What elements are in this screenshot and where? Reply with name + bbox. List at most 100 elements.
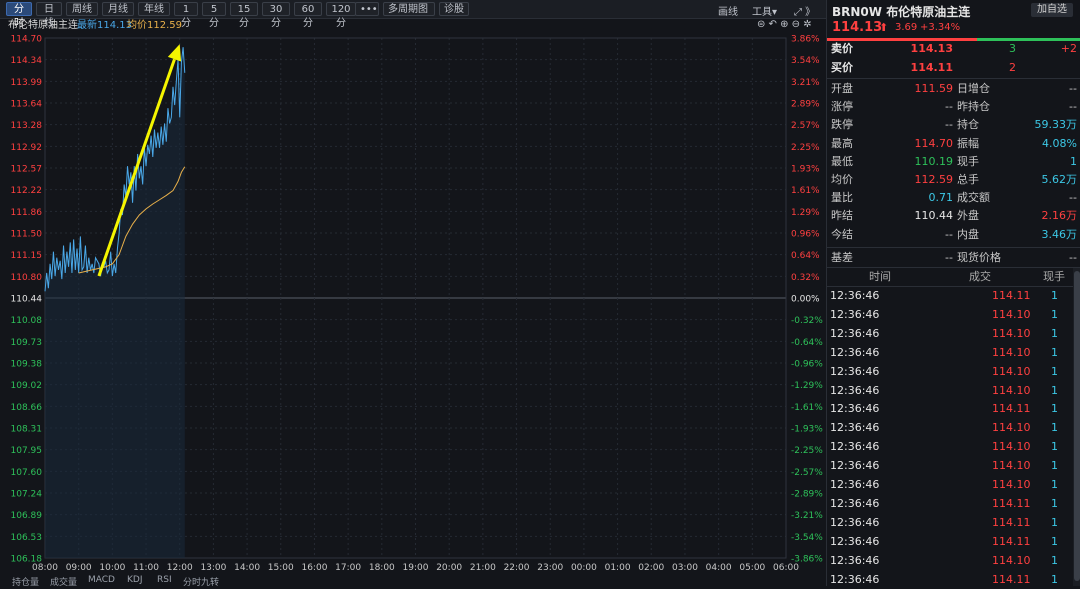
- y-tick-label: 112.22: [11, 186, 43, 196]
- tick-volume: 1: [1051, 534, 1058, 548]
- tick-time: 12:36:46: [830, 440, 880, 454]
- y-tick-label: 111.86: [11, 208, 43, 218]
- tick-row: 12:36:46 114.10 1: [827, 457, 1080, 475]
- tick-row: 12:36:46 114.10 1: [827, 382, 1080, 400]
- x-tick-label: 20:00: [436, 563, 462, 573]
- indicator-tab-5[interactable]: 分时九转: [183, 575, 219, 588]
- y-tick-label: 108.66: [11, 403, 43, 413]
- indicator-tab-1[interactable]: 成交量: [50, 575, 77, 588]
- tick-price: 114.10: [992, 383, 1031, 397]
- tick-time: 12:36:46: [830, 515, 880, 529]
- stat-value: 59.33万: [1034, 118, 1078, 132]
- buy-row: 买价 114.11 2: [827, 59, 1080, 77]
- stat-value: 112.59: [914, 173, 954, 186]
- pct-tick-label: 1.61%: [791, 186, 820, 196]
- chart-toolbar: 分时 日线 周线 月线 年线 1分 5分 15分 30分 60分 120分 ••• 多周期图 诊股 画线 工具…: [0, 0, 826, 29]
- draw-line-button[interactable]: 画线: [718, 3, 738, 18]
- multi-period-dropdown[interactable]: 多周期图: [383, 2, 435, 16]
- pct-tick-label: -3.54%: [791, 533, 823, 543]
- up-arrow-icon: ⬆: [879, 21, 889, 34]
- add-watchlist-button[interactable]: 加自选: [1031, 3, 1073, 17]
- pct-tick-label: 1.93%: [791, 165, 820, 175]
- stat-value: 110.19: [914, 154, 954, 168]
- period-tab-10[interactable]: 120分: [326, 2, 356, 29]
- expand-icon[interactable]: ⤢ 》: [794, 3, 815, 18]
- period-tab-9[interactable]: 60分: [294, 2, 322, 29]
- stat-value: --: [1069, 191, 1077, 205]
- period-tab-2[interactable]: 周线: [66, 2, 98, 16]
- pct-tick-label: 0.96%: [791, 230, 820, 240]
- intraday-chart[interactable]: 114.70 3.86% 114.34 3.54% 113.99 3.21% 113.64 2…: [0, 32, 826, 577]
- tick-price: 114.10: [992, 421, 1031, 435]
- indicator-tab-0[interactable]: 持仓量: [12, 575, 39, 588]
- tick-volume: 1: [1051, 402, 1058, 416]
- x-tick-label: 23:00: [537, 563, 563, 573]
- stat-row: 今结 -- 内盘 3.46万: [827, 226, 1080, 244]
- indicator-tab-2[interactable]: MACD: [88, 575, 115, 585]
- x-tick-label: 14:00: [234, 563, 260, 573]
- tick-price: 114.10: [992, 364, 1031, 378]
- tick-time: 12:36:46: [830, 459, 880, 473]
- tick-row: 12:36:46 114.11 1: [827, 533, 1080, 551]
- stat-value: 0.71: [928, 191, 954, 205]
- period-tab-6[interactable]: 5分: [202, 2, 226, 29]
- tick-price: 114.10: [992, 440, 1031, 454]
- period-tab-1[interactable]: 日线: [36, 2, 62, 29]
- tick-price: 114.11: [992, 534, 1031, 548]
- spot-price-value: --: [1069, 251, 1077, 264]
- chart-control-icons[interactable]: ⊜ ↶ ⊕ ⊖ ✲: [757, 19, 812, 30]
- indicator-tab-3[interactable]: KDJ: [127, 575, 143, 585]
- stat-label: 昨持仓: [957, 100, 990, 114]
- diagnose-button[interactable]: 诊股: [439, 2, 469, 16]
- ticks-header-price: 成交: [969, 270, 991, 283]
- y-tick-label: 109.73: [11, 338, 43, 348]
- sell-delta: +2: [1060, 42, 1077, 55]
- x-tick-label: 02:00: [638, 563, 664, 573]
- pct-tick-label: 0.64%: [791, 251, 820, 261]
- tick-price: 114.11: [992, 402, 1031, 416]
- period-tab-7[interactable]: 15分: [230, 2, 258, 29]
- pct-tick-label: 0.32%: [791, 273, 820, 283]
- intraday-chart-svg[interactable]: 114.70 3.86% 114.34 3.54% 113.99 3.21% 113.64 2…: [0, 32, 826, 577]
- pct-tick-label: 2.89%: [791, 100, 820, 110]
- stat-value: 5.62万: [1041, 173, 1078, 186]
- spot-price-label: 现货价格: [957, 251, 1001, 264]
- pct-tick-label: 2.57%: [791, 121, 820, 131]
- avg-price-label: 均价112.59: [127, 20, 182, 31]
- pct-tick-label: 1.29%: [791, 208, 820, 218]
- y-tick-label: 107.24: [11, 490, 43, 500]
- tick-price: 114.10: [992, 345, 1031, 359]
- tick-price: 114.11: [992, 289, 1031, 302]
- indicator-tab-4[interactable]: RSI: [157, 575, 172, 585]
- period-tab-3[interactable]: 月线: [102, 2, 134, 16]
- tick-price: 114.11: [992, 496, 1031, 510]
- period-tab-4[interactable]: 年线: [138, 2, 170, 16]
- sell-label: 卖价: [831, 42, 853, 55]
- pct-tick-label: 3.86%: [791, 35, 820, 45]
- period-tab-8[interactable]: 30分: [262, 2, 290, 29]
- y-tick-label: 107.95: [11, 446, 43, 456]
- stat-row: 涨停 -- 昨持仓 --: [827, 98, 1080, 116]
- tick-time: 12:36:46: [830, 534, 880, 548]
- period-tab-0[interactable]: 分时: [6, 2, 32, 29]
- tick-price: 114.10: [992, 478, 1031, 491]
- divider: [827, 247, 1080, 248]
- buy-label: 买价: [831, 61, 853, 74]
- y-tick-label: 114.70: [11, 35, 43, 45]
- tick-price: 114.10: [992, 326, 1031, 340]
- tick-volume: 1: [1051, 478, 1058, 491]
- tick-price: 114.11: [992, 515, 1031, 529]
- x-tick-label: 22:00: [504, 563, 530, 573]
- period-tab-5[interactable]: 1分: [174, 2, 198, 29]
- ticks-header: 时间 成交 现手: [827, 268, 1080, 286]
- stat-label: 持仓: [957, 118, 979, 132]
- more-periods-button[interactable]: •••: [355, 2, 379, 16]
- y-tick-label: 110.08: [11, 316, 43, 326]
- price-area-fill: [45, 47, 185, 558]
- tools-dropdown[interactable]: 工具▾: [752, 3, 777, 18]
- pct-tick-label: 3.21%: [791, 78, 820, 88]
- tick-time: 12:36:46: [830, 553, 880, 567]
- stat-label: 日增仓: [957, 82, 990, 95]
- pct-tick-label: -2.25%: [791, 446, 823, 456]
- trend-arrow-head: [167, 44, 182, 62]
